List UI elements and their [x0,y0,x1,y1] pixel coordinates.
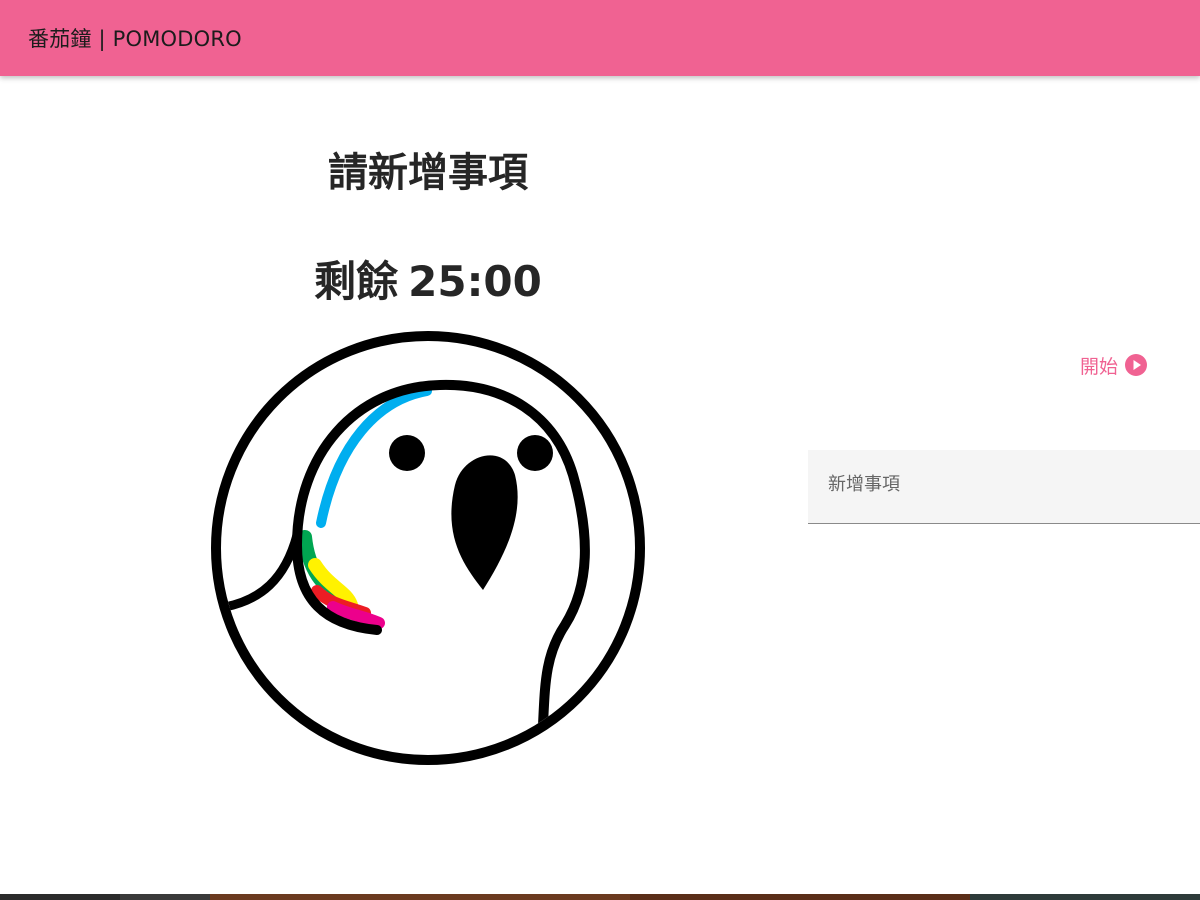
parrot-logo-image [205,325,651,771]
countdown-timer: 剩餘 25:00 [228,248,628,309]
app-title: 番茄鐘 | POMODORO [28,27,242,51]
new-task-input[interactable] [826,468,1190,500]
parrot-right-eye [517,435,553,471]
start-button[interactable]: 開始 [1080,348,1148,382]
app-bar: 番茄鐘 | POMODORO [0,0,1200,76]
timer-label: 剩餘 [314,257,399,306]
parrot-left-eye [389,435,425,471]
timer-value: 25:00 [408,257,542,306]
logo-circle [211,331,645,765]
start-button-label: 開始 [1080,355,1119,378]
play-circle-icon [1124,353,1148,377]
parrot-illustration [211,331,645,765]
new-task-field[interactable] [808,450,1200,524]
bottom-edge-strip [0,894,1200,900]
current-task-title: 請新增事項 [328,150,528,196]
